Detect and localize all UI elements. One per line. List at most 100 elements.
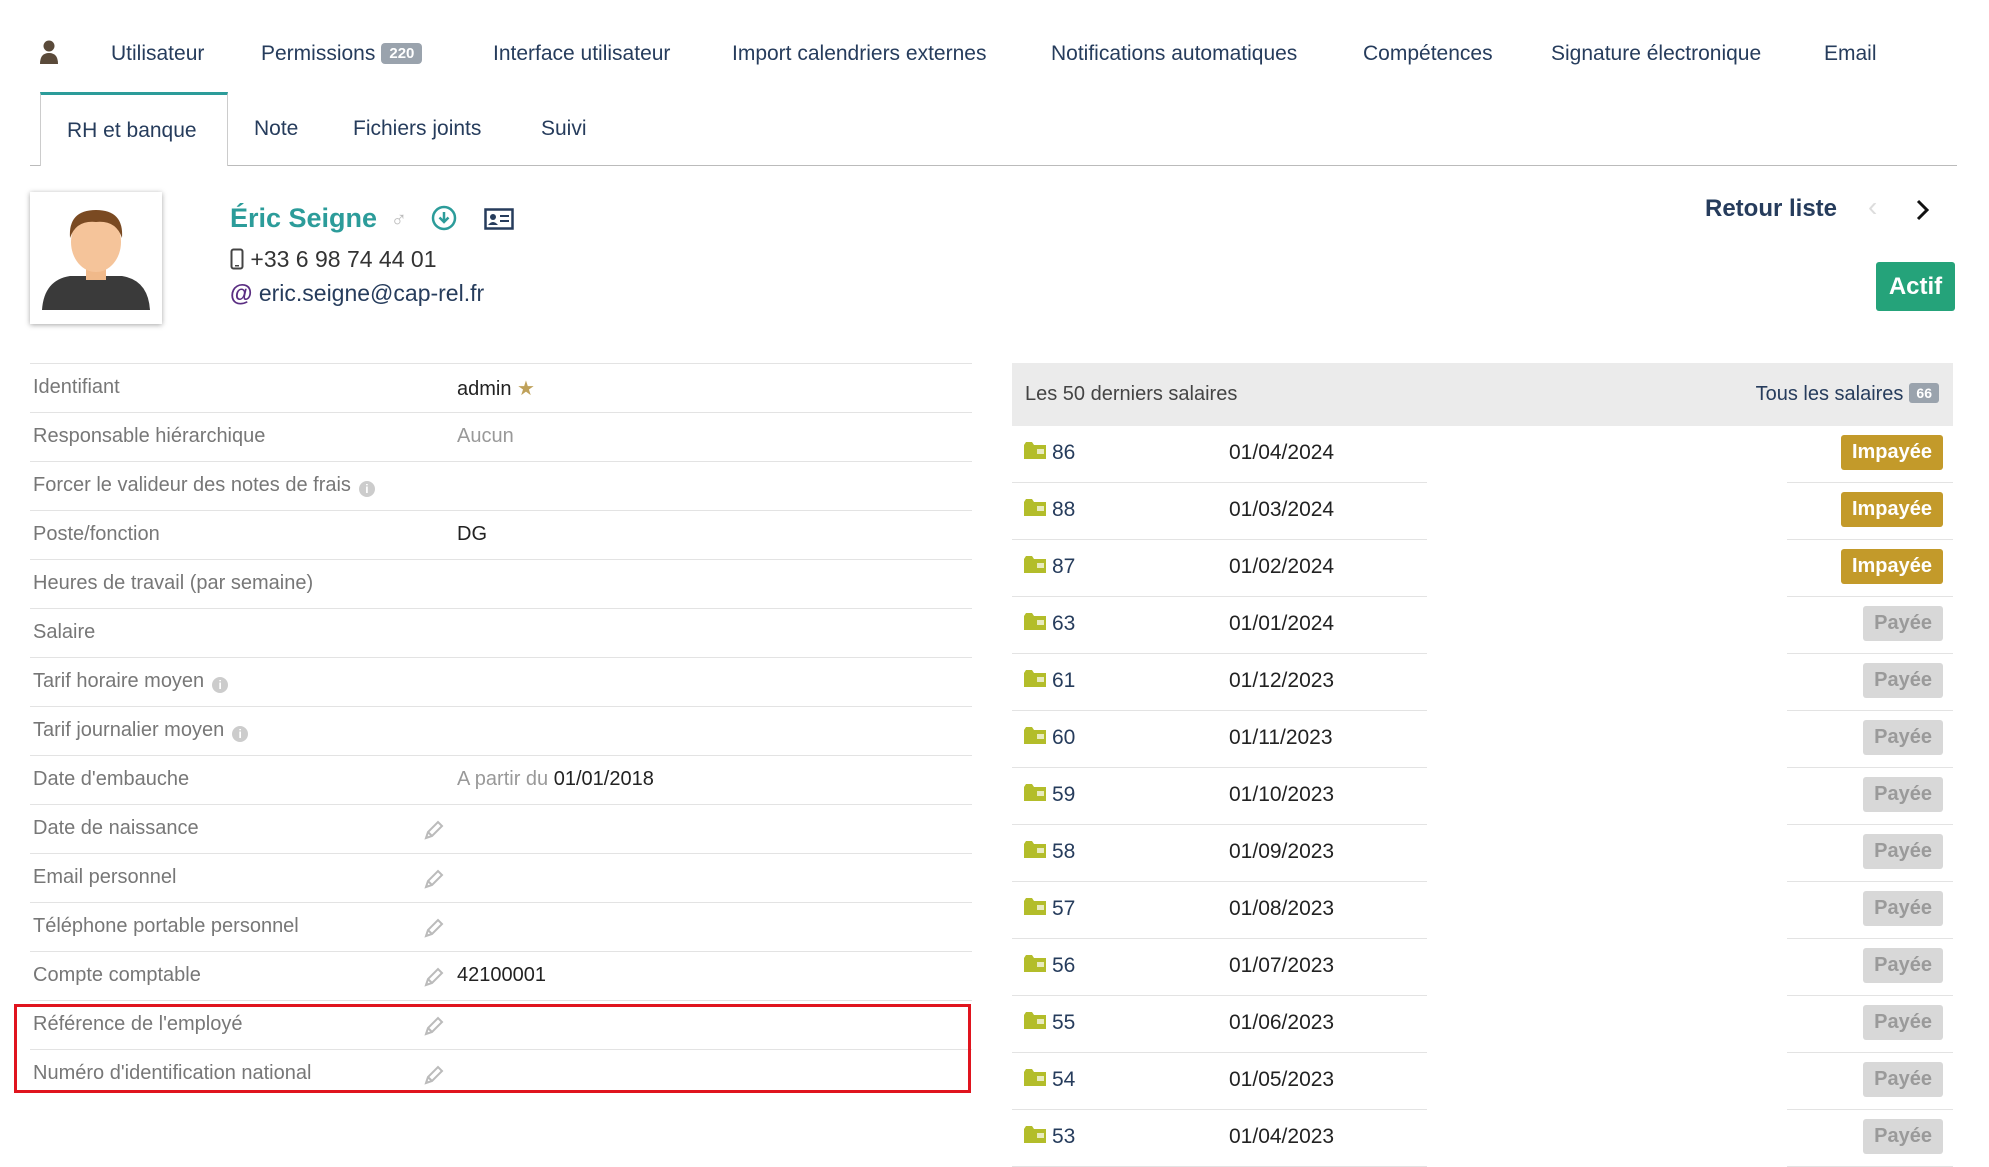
salary-date: 01/06/2023 (1229, 1011, 1335, 1034)
tab-import-calendriers[interactable]: Import calendriers externes (732, 42, 986, 66)
pencil-icon[interactable] (423, 868, 445, 890)
salary-number-link[interactable]: 54 (1052, 1068, 1075, 1092)
salary-date: 01/03/2024 (1229, 498, 1335, 521)
salary-status-badge: Payée (1863, 1005, 1943, 1040)
salary-status-badge: Payée (1863, 663, 1943, 698)
field-row-salaire: Salaire (30, 608, 972, 657)
salary-number-link[interactable]: 87 (1052, 555, 1075, 579)
mobile-phone-icon (230, 248, 244, 270)
salary-row: 87 01/02/2024 Impayée (1012, 540, 1953, 597)
next-icon[interactable] (1915, 198, 1931, 222)
salary-status-badge: Payée (1863, 834, 1943, 869)
all-salaries-label[interactable]: Tous les salaires (1756, 383, 1904, 405)
info-icon[interactable]: i (232, 726, 249, 742)
field-label: Email personnel (33, 866, 177, 888)
male-gender-icon: ♂ (390, 207, 408, 232)
salary-number-link[interactable]: 55 (1052, 1011, 1075, 1035)
download-icon[interactable] (431, 205, 457, 231)
salary-number-link[interactable]: 63 (1052, 612, 1075, 636)
salaries-title: Les 50 derniers salaires (1025, 383, 1238, 405)
tab-notifications[interactable]: Notifications automatiques (1051, 42, 1297, 66)
salary-date: 01/10/2023 (1229, 783, 1335, 806)
tab-utilisateur[interactable]: Utilisateur (111, 42, 204, 66)
tab-suivi[interactable]: Suivi (541, 117, 587, 141)
salary-status-badge: Payée (1863, 948, 1943, 983)
info-icon[interactable]: i (212, 677, 229, 693)
folder-icon (1024, 556, 1046, 573)
field-value: DG (457, 523, 487, 545)
avatar-image (42, 210, 150, 310)
salary-status-badge: Payée (1863, 606, 1943, 641)
folder-icon (1024, 784, 1046, 801)
salary-date: 01/04/2023 (1229, 1125, 1335, 1148)
user-icon[interactable] (40, 40, 58, 64)
field-label: Identifiant (33, 376, 120, 398)
pencil-icon[interactable] (423, 819, 445, 841)
salary-date: 01/01/2024 (1229, 612, 1335, 635)
salary-number-link[interactable]: 57 (1052, 897, 1075, 921)
field-label: Salaire (33, 621, 96, 643)
info-icon[interactable]: i (358, 481, 375, 497)
salary-number-link[interactable]: 60 (1052, 726, 1075, 750)
previous-icon[interactable]: ‹ (1868, 191, 1877, 223)
field-row-compte-comptable: Compte comptable 42100001 (30, 951, 972, 1000)
field-row-date-embauche: Date d'embauche A partir du 01/01/2018 (30, 755, 972, 804)
status-badge[interactable]: Actif (1876, 262, 1955, 311)
salary-number-link[interactable]: 88 (1052, 498, 1075, 522)
avatar (30, 192, 162, 324)
folder-icon (1024, 1012, 1046, 1029)
status-label[interactable]: Actif (1889, 273, 1942, 300)
salary-status-badge: Payée (1863, 777, 1943, 812)
employee-name[interactable]: Éric Seigne ♂ (230, 203, 514, 234)
salary-row: 55 01/06/2023 Payée (1012, 996, 1953, 1053)
salary-number-link[interactable]: 56 (1052, 954, 1075, 978)
back-to-list-label[interactable]: Retour liste (1705, 195, 1837, 222)
salary-row: 56 01/07/2023 Payée (1012, 939, 1953, 996)
folder-icon (1024, 955, 1046, 972)
employee-email[interactable]: @ eric.seigne@cap-rel.fr (230, 280, 484, 307)
salary-status-badge: Payée (1863, 1119, 1943, 1154)
date-embauche-value: 01/01/2018 (553, 768, 654, 790)
tab-signature[interactable]: Signature électronique (1551, 42, 1761, 66)
employee-name-text[interactable]: Éric Seigne (230, 203, 377, 233)
salary-number-link[interactable]: 58 (1052, 840, 1075, 864)
tab-interface-utilisateur[interactable]: Interface utilisateur (493, 42, 670, 66)
field-label: Poste/fonction (33, 523, 160, 545)
tab-email[interactable]: Email (1824, 42, 1877, 66)
salary-number-link[interactable]: 59 (1052, 783, 1075, 807)
primary-tabs: Utilisateur Permissions 220 Interface uti… (0, 0, 1989, 92)
salary-status-badge: Impayée (1840, 492, 1943, 527)
field-row-identifiant: Identifiant admin ★ (30, 363, 972, 412)
tab-permissions-label[interactable]: Permissions (261, 42, 375, 65)
back-to-list-link[interactable]: Retour liste (1705, 195, 1837, 223)
folder-icon (1024, 841, 1046, 858)
folder-icon (1024, 613, 1046, 630)
salary-number-link[interactable]: 61 (1052, 669, 1075, 693)
tab-competences[interactable]: Compétences (1363, 42, 1493, 66)
vcard-icon[interactable] (484, 208, 514, 230)
field-label: Téléphone portable personnel (33, 915, 299, 937)
salary-row: 58 01/09/2023 Payée (1012, 825, 1953, 882)
salary-row: 54 01/05/2023 Payée (1012, 1053, 1953, 1110)
folder-icon (1024, 1069, 1046, 1086)
tarif-journalier-label: Tarif journalier moyen (33, 719, 225, 741)
salary-status-badge: Impayée (1840, 435, 1943, 470)
field-label: Date de naissance (33, 817, 199, 839)
tab-note[interactable]: Note (254, 117, 298, 141)
salaries-count-badge: 66 (1909, 383, 1939, 403)
tab-rh-label[interactable]: RH et banque (67, 119, 197, 143)
tab-rh-et-banque[interactable]: RH et banque (40, 92, 228, 166)
pencil-icon[interactable] (423, 966, 445, 988)
salary-row: 88 01/03/2024 Impayée (1012, 483, 1953, 540)
employee-phone: +33 6 98 74 44 01 (230, 246, 436, 273)
salary-number-link[interactable]: 86 (1052, 441, 1075, 465)
salary-number-link[interactable]: 53 (1052, 1125, 1075, 1149)
tab-permissions[interactable]: Permissions 220 (261, 42, 423, 66)
date-prefix: A partir du (457, 768, 549, 790)
pencil-icon[interactable] (423, 917, 445, 939)
email-address[interactable]: eric.seigne@cap-rel.fr (259, 280, 484, 306)
field-row-email-personnel: Email personnel (30, 853, 972, 902)
all-salaries-link[interactable]: Tous les salaires 66 (1756, 383, 1939, 406)
tab-fichiers-joints[interactable]: Fichiers joints (353, 117, 481, 141)
salary-status-badge: Payée (1863, 1062, 1943, 1097)
